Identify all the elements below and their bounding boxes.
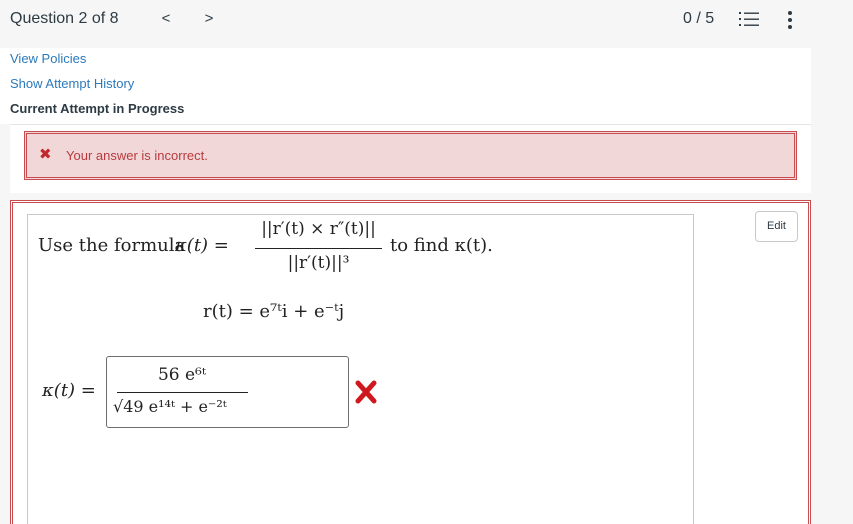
view-policies-link[interactable]: View Policies	[10, 51, 86, 66]
x-icon: ✖	[39, 146, 52, 163]
question-frame: Use the formula κ(t) = ||r′(t) × r″(t)||…	[10, 200, 811, 524]
intro-prefix: Use the formula	[38, 235, 186, 256]
more-options-icon[interactable]	[782, 9, 798, 31]
alert-message: Your answer is incorrect.	[66, 148, 208, 163]
question-counter: Question 2 of 8	[10, 10, 119, 27]
answer-denominator: √49 e¹⁴ᵗ + e⁻²ᵗ	[113, 397, 227, 416]
show-attempt-history-link[interactable]: Show Attempt History	[10, 76, 134, 91]
previous-question-button[interactable]: <	[157, 8, 175, 30]
answer-label: κ(t) =	[42, 380, 96, 401]
vector-function-definition: r(t) = e⁷ᵗi + e⁻ᵗj	[203, 301, 345, 322]
question-list-icon[interactable]	[739, 10, 761, 30]
edit-button[interactable]: Edit	[755, 211, 798, 242]
kappa-definition-label: κ(t) =	[175, 235, 229, 256]
answer-fraction-bar	[117, 392, 248, 393]
top-bar: Question 2 of 8 < > 0 / 5	[0, 0, 853, 40]
next-question-button[interactable]: >	[200, 8, 218, 30]
formula-numerator: ||r′(t) × r″(t)||	[261, 219, 376, 239]
formula-denominator: ||r′(t)||³	[287, 253, 350, 273]
wrong-x-icon	[355, 380, 377, 404]
question-card: Use the formula κ(t) = ||r′(t) × r″(t)||…	[27, 214, 694, 524]
score-display: 0 / 5	[683, 10, 715, 27]
incorrect-alert: ✖ Your answer is incorrect.	[24, 131, 797, 180]
answer-numerator: 56 e⁶ᵗ	[157, 365, 207, 385]
answer-input[interactable]: 56 e⁶ᵗ √49 e¹⁴ᵗ + e⁻²ᵗ	[106, 356, 349, 428]
curvature-formula: ||r′(t) × r″(t)|| ||r′(t)||³	[255, 219, 382, 279]
fraction-bar	[255, 248, 382, 249]
attempt-links-panel: View Policies Show Attempt History Curre…	[0, 48, 811, 124]
intro-suffix: to find κ(t).	[390, 235, 493, 256]
feedback-section: ✖ Your answer is incorrect.	[10, 125, 811, 193]
current-attempt-label: Current Attempt in Progress	[10, 101, 185, 116]
